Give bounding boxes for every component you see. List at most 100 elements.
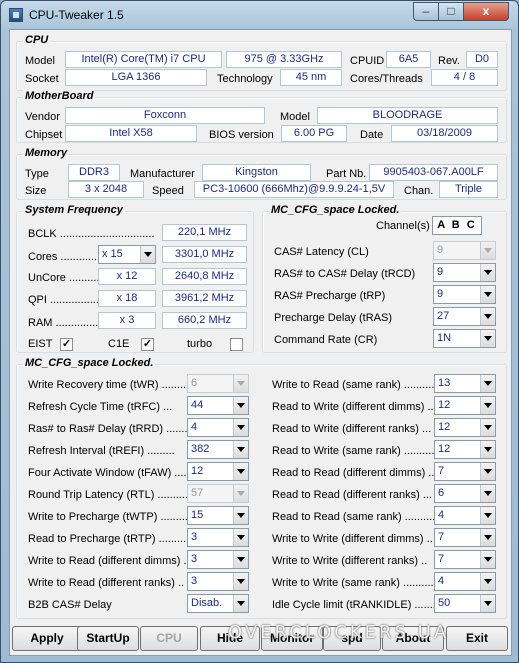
chevron-down-icon xyxy=(480,595,495,612)
timing-label: Write to Write (same rank) ........... xyxy=(272,577,437,589)
chevron-down-icon xyxy=(233,485,248,502)
chevron-down-icon xyxy=(480,397,495,414)
cr-label: Command Rate (CR) xyxy=(274,334,378,346)
timing-select[interactable]: 382 xyxy=(187,440,249,459)
chevron-down-icon xyxy=(233,551,248,568)
chevron-down-icon xyxy=(233,375,248,392)
c1e-checkbox[interactable]: ✓ xyxy=(141,338,154,351)
timing-label: Write to Precharge (tWTP) ............ xyxy=(28,511,198,523)
trcd-value: 9 xyxy=(437,266,444,278)
chipset-label: Chipset xyxy=(25,129,63,141)
exit-button[interactable]: Exit xyxy=(446,626,508,651)
mc-cfg-bottom-heading: MC_CFG_space Locked. xyxy=(23,357,156,369)
timing-select[interactable]: 12 xyxy=(434,440,496,459)
trcd-select[interactable]: 9 xyxy=(433,263,496,282)
chevron-down-icon xyxy=(480,286,495,303)
timing-select[interactable]: 12 xyxy=(187,462,249,481)
timing-value: 4 xyxy=(438,509,445,521)
timing-label: Refresh Cycle Time (tRFC) ... xyxy=(28,401,173,413)
timing-value: 7 xyxy=(438,465,445,477)
timing-select[interactable]: 7 xyxy=(434,550,496,569)
eist-label: EIST xyxy=(28,338,53,350)
cpuid-label: CPUID xyxy=(350,55,385,67)
channels-list: A B C xyxy=(432,216,482,235)
timing-select[interactable]: Disab. xyxy=(187,594,249,613)
eist-checkbox[interactable]: ✓ xyxy=(60,338,73,351)
bclk-label: BCLK ............................... xyxy=(28,228,155,240)
chevron-down-icon xyxy=(140,246,155,263)
mb-model-value: BLOODRAGE xyxy=(317,107,498,124)
timing-select[interactable]: 15 xyxy=(187,506,249,525)
timing-label: Read to Write (different ranks) ... xyxy=(272,423,432,435)
timing-value: 7 xyxy=(438,531,445,543)
timing-value: 3 xyxy=(191,575,198,587)
chevron-down-icon xyxy=(480,330,495,347)
motherboard-heading: MotherBoard xyxy=(23,90,96,102)
maximize-button[interactable]: □ xyxy=(438,2,464,21)
startup-button[interactable]: StartUp xyxy=(77,626,139,651)
cr-select[interactable]: 1N xyxy=(433,329,496,348)
timing-select[interactable]: 12 xyxy=(434,418,496,437)
timing-label: Write to Write (different ranks) .. xyxy=(272,555,428,567)
cl-value: 9 xyxy=(437,244,444,256)
minimize-button[interactable]: – xyxy=(413,2,439,21)
timing-label: Write to Read (different dimms) . xyxy=(28,555,187,567)
chevron-down-icon xyxy=(480,419,495,436)
timing-label: Idle Cycle limit (tRANKIDLE) ......... xyxy=(272,599,442,611)
bclk-value: 220,1 MHz xyxy=(162,224,247,241)
title-bar[interactable]: CPU-Tweaker 1.5 – □ x xyxy=(1,1,518,29)
apply-button[interactable]: Apply xyxy=(12,626,82,651)
timing-label: B2B CAS# Delay xyxy=(28,599,112,611)
timing-select[interactable]: 44 xyxy=(187,396,249,415)
timing-label: Read to Read (different dimms) ... xyxy=(272,467,438,479)
cores-multiplier-select[interactable]: x 15 xyxy=(98,245,156,264)
timing-value: 12 xyxy=(438,421,451,433)
mem-speed-label: Speed xyxy=(152,185,184,197)
trp-select[interactable]: 9 xyxy=(433,285,496,304)
technology-value: 45 nm xyxy=(280,69,342,86)
chevron-down-icon xyxy=(480,529,495,546)
timing-label: Read to Precharge (tRTP) .............. xyxy=(28,533,202,545)
cl-select[interactable]: 9 xyxy=(433,241,496,260)
bios-label: BIOS version xyxy=(209,129,274,141)
timing-select[interactable]: 4 xyxy=(187,418,249,437)
turbo-checkbox[interactable] xyxy=(230,338,243,351)
timing-select[interactable]: 4 xyxy=(434,572,496,591)
trp-value: 9 xyxy=(437,288,444,300)
timing-select[interactable]: 3 xyxy=(187,572,249,591)
mem-speed-value: PC3-10600 (666Mhz)@9.9.9.24-1,5V xyxy=(194,181,394,198)
timing-value: 382 xyxy=(191,443,210,455)
tras-label: Precharge Delay (tRAS) xyxy=(274,312,392,324)
rev-label: Rev. xyxy=(438,55,460,67)
timing-select[interactable]: 50 xyxy=(434,594,496,613)
timing-select[interactable]: 7 xyxy=(434,462,496,481)
timing-select[interactable]: 12 xyxy=(434,396,496,415)
timing-value: 4 xyxy=(191,421,198,433)
tras-select[interactable]: 27 xyxy=(433,307,496,326)
timing-value: 12 xyxy=(438,443,451,455)
chevron-down-icon xyxy=(233,507,248,524)
watermark: OVERCLOCKERS.UA xyxy=(228,622,450,643)
close-icon: x xyxy=(482,4,490,18)
timing-select[interactable]: 3 xyxy=(187,550,249,569)
chevron-down-icon xyxy=(480,551,495,568)
timing-value: Disab. xyxy=(191,597,223,609)
qpi-label: QPI ................... xyxy=(28,294,109,306)
timing-select[interactable]: 4 xyxy=(434,506,496,525)
timing-select[interactable]: 6 xyxy=(434,484,496,503)
manufacturer-value: Kingston xyxy=(202,164,311,181)
close-button[interactable]: x xyxy=(463,2,509,21)
timing-value: 7 xyxy=(438,553,445,565)
timing-select[interactable]: 57 xyxy=(187,484,249,503)
ram-multiplier: x 3 xyxy=(98,312,156,329)
chevron-down-icon xyxy=(233,529,248,546)
cpu-button[interactable]: CPU xyxy=(140,626,198,651)
timing-select[interactable]: 6 xyxy=(187,374,249,393)
timing-select[interactable]: 7 xyxy=(434,528,496,547)
vendor-label: Vendor xyxy=(25,111,60,123)
timing-select[interactable]: 3 xyxy=(187,528,249,547)
timing-label: Ras# to Ras# Delay (tRRD) .......... xyxy=(28,423,197,435)
timing-select[interactable]: 13 xyxy=(434,374,496,393)
system-frequency-heading: System Frequency xyxy=(23,204,125,216)
rev-value: D0 xyxy=(466,51,498,68)
